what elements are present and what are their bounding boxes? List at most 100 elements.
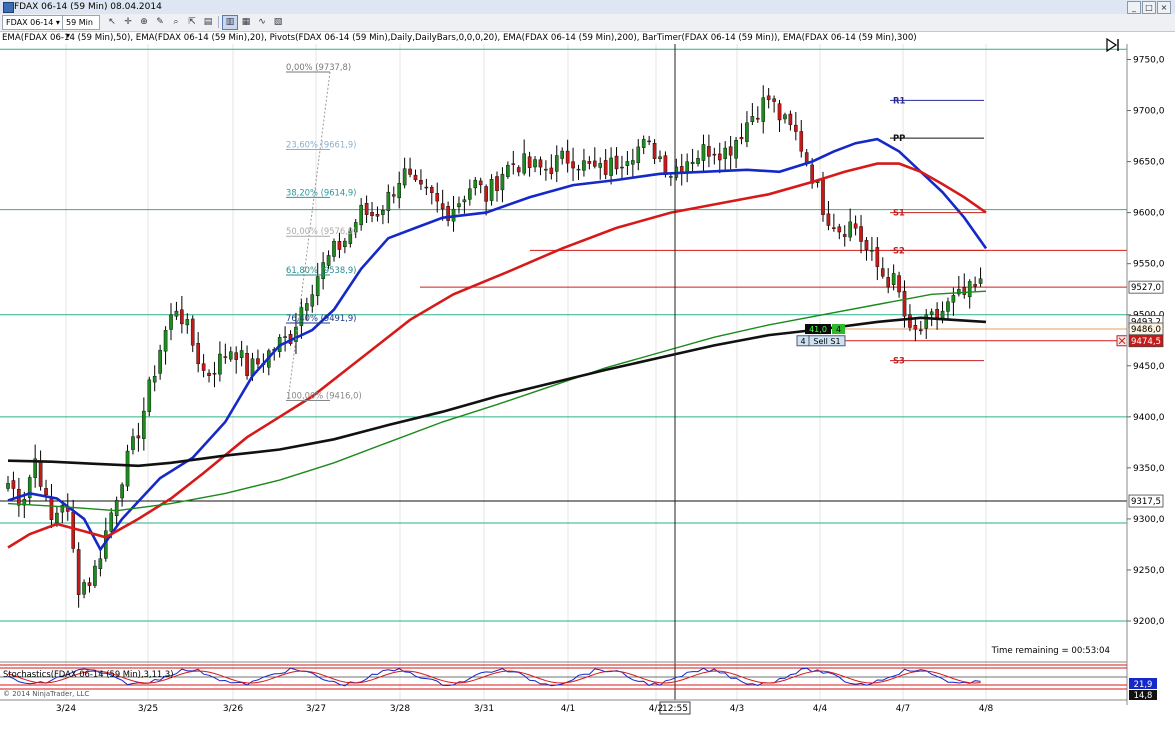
candle-body bbox=[240, 350, 243, 357]
candle-body bbox=[474, 180, 477, 188]
x-tick-label: 4/7 bbox=[896, 704, 910, 714]
candle-body bbox=[751, 116, 754, 121]
candle-body bbox=[180, 310, 183, 324]
candle-body bbox=[126, 451, 129, 486]
candle-body bbox=[332, 241, 335, 256]
candle-body bbox=[561, 151, 564, 158]
candle-body bbox=[327, 255, 330, 265]
candle-body bbox=[724, 148, 727, 159]
bar-timer-label: Time remaining = 00:53:04 bbox=[991, 646, 1110, 656]
candle-body bbox=[664, 156, 667, 175]
x-tick-label: 3/26 bbox=[223, 704, 243, 714]
candle-body bbox=[245, 353, 248, 376]
y-tick-label: 9550,0 bbox=[1133, 260, 1165, 270]
candle-body bbox=[457, 204, 460, 207]
candle-body bbox=[756, 118, 759, 119]
candle-body bbox=[137, 436, 140, 438]
candle-body bbox=[544, 169, 547, 170]
y-tick-label: 9350,0 bbox=[1133, 464, 1165, 474]
price-chart[interactable]: 0,00% (9737,8)23,60% (9661,9)38,20% (961… bbox=[0, 0, 1175, 735]
y-tick-label: 9400,0 bbox=[1133, 413, 1165, 423]
candle-body bbox=[870, 250, 873, 251]
candle-body bbox=[376, 214, 379, 216]
copyright-label: © 2014 NinjaTrader, LLC bbox=[3, 690, 89, 698]
candle-body bbox=[642, 139, 645, 147]
candle-body bbox=[680, 166, 683, 171]
candle-body bbox=[316, 277, 319, 296]
candle-body bbox=[72, 512, 75, 548]
candle-body bbox=[463, 200, 466, 202]
candle-body bbox=[550, 168, 553, 174]
candle-body bbox=[142, 411, 145, 439]
candle-body bbox=[50, 498, 53, 520]
candle-body bbox=[713, 154, 716, 155]
candle-body bbox=[631, 160, 634, 164]
candle-body bbox=[702, 144, 705, 160]
candle-body bbox=[256, 359, 259, 364]
candle-body bbox=[419, 180, 422, 184]
candle-body bbox=[653, 143, 656, 158]
candle-body bbox=[762, 98, 765, 122]
candle-body bbox=[468, 189, 471, 200]
candle-body bbox=[566, 151, 569, 163]
pivot-label: S2 bbox=[893, 245, 905, 255]
x-tick-label: 3/27 bbox=[306, 704, 326, 714]
candle-body bbox=[626, 161, 629, 165]
candle-body bbox=[941, 311, 944, 318]
candle-body bbox=[202, 364, 205, 371]
candle-body bbox=[773, 99, 776, 102]
candle-body bbox=[191, 319, 194, 345]
pivot-label: R1 bbox=[893, 95, 905, 105]
candle-body bbox=[99, 559, 102, 569]
y-tick-label: 9750,0 bbox=[1133, 56, 1165, 66]
candle-body bbox=[881, 269, 884, 277]
price-marker-label: 9317,5 bbox=[1131, 497, 1161, 507]
candle-body bbox=[305, 303, 308, 310]
candle-body bbox=[338, 241, 341, 249]
candle-body bbox=[381, 210, 384, 214]
order-extra-text: 4 bbox=[836, 325, 841, 334]
x-tick-label: 4/1 bbox=[561, 704, 575, 714]
candle-body bbox=[718, 154, 721, 160]
x-tick-label: 3/31 bbox=[474, 704, 494, 714]
candle-body bbox=[832, 228, 835, 229]
candle-body bbox=[859, 226, 862, 241]
candle-body bbox=[615, 156, 618, 169]
candle-body bbox=[648, 141, 651, 142]
candle-body bbox=[479, 181, 482, 185]
candle-body bbox=[387, 192, 390, 210]
candle-body bbox=[93, 566, 96, 586]
candle-body bbox=[637, 147, 640, 163]
x-tick-label: 4/3 bbox=[730, 704, 744, 714]
candle-body bbox=[571, 162, 574, 168]
candle-body bbox=[620, 167, 623, 168]
candle-body bbox=[767, 96, 770, 100]
candle-body bbox=[778, 104, 781, 120]
candle-body bbox=[669, 176, 672, 177]
candle-body bbox=[490, 179, 493, 200]
y-tick-label: 9300,0 bbox=[1133, 515, 1165, 525]
candle-body bbox=[39, 461, 42, 487]
candle-body bbox=[876, 247, 879, 266]
candle-body bbox=[495, 176, 498, 190]
candle-body bbox=[805, 153, 808, 163]
candle-body bbox=[925, 315, 928, 329]
candle-body bbox=[403, 169, 406, 185]
y-tick-label: 9700,0 bbox=[1133, 107, 1165, 117]
candle-body bbox=[235, 353, 238, 360]
candle-body bbox=[392, 195, 395, 197]
ema-line bbox=[8, 164, 986, 548]
candle-body bbox=[153, 376, 156, 382]
candle-body bbox=[12, 480, 15, 488]
candle-body bbox=[789, 114, 792, 125]
stoch-label: Stochastics(FDAX 06-14 (59 Min),3,11,3) bbox=[3, 669, 174, 679]
price-marker-label: 9527,0 bbox=[1131, 283, 1161, 293]
candle-body bbox=[936, 309, 939, 317]
candle-body bbox=[588, 161, 591, 163]
candle-body bbox=[175, 311, 178, 316]
candle-body bbox=[919, 330, 922, 331]
candle-body bbox=[159, 350, 162, 373]
candle-body bbox=[827, 214, 830, 226]
fib-level-label: 100,00% (9416,0) bbox=[286, 390, 362, 400]
price-marker-label: 9486,0 bbox=[1131, 325, 1161, 335]
